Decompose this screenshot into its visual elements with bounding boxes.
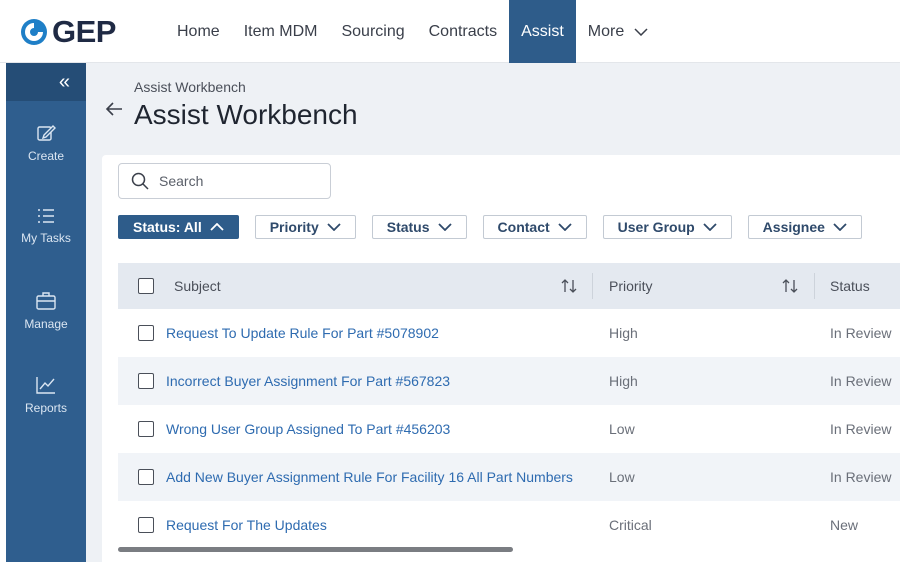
gep-logo[interactable]: GEP [20, 14, 116, 50]
search-icon [131, 172, 149, 190]
chart-line-icon [36, 377, 55, 394]
search-box[interactable] [118, 163, 331, 199]
back-arrow-icon[interactable] [104, 99, 124, 119]
gep-logo-mark-icon [21, 19, 47, 45]
table-row[interactable]: Request To Update Rule For Part #5078902… [118, 309, 900, 357]
column-header-priority[interactable]: Priority [609, 278, 653, 294]
row-subject-link[interactable]: Incorrect Buyer Assignment For Part #567… [166, 373, 450, 389]
breadcrumb[interactable]: Assist Workbench [134, 79, 246, 95]
column-divider [814, 273, 815, 299]
sidebar-item-reports[interactable]: Reports [6, 375, 86, 415]
list-icon [38, 209, 54, 223]
row-priority: Critical [609, 517, 652, 533]
chevron-down-icon [437, 223, 452, 231]
top-navigation-bar: GEP Home Item MDM Sourcing Contracts Ass… [0, 0, 900, 63]
table-row[interactable]: Wrong User Group Assigned To Part #45620… [118, 405, 900, 453]
select-all-checkbox[interactable] [138, 278, 154, 294]
filter-label: Contact [497, 219, 550, 235]
double-chevron-left-icon: « [58, 70, 70, 93]
row-priority: Low [609, 421, 635, 437]
nav-item-item-mdm[interactable]: Item MDM [232, 0, 330, 63]
row-status: In Review [830, 325, 892, 341]
chevron-down-icon [833, 223, 847, 231]
chevron-up-icon [210, 223, 224, 231]
filter-label: User Group [617, 219, 695, 235]
sidebar-item-manage[interactable]: Manage [6, 291, 86, 331]
column-header-subject[interactable]: Subject [174, 278, 221, 294]
horizontal-scrollbar[interactable] [118, 547, 513, 552]
row-checkbox[interactable] [138, 469, 154, 485]
row-checkbox[interactable] [138, 517, 154, 533]
row-priority: High [609, 373, 638, 389]
sidebar-item-label: Manage [24, 317, 68, 331]
filter-label: Status [386, 219, 430, 235]
sidebar-item-label: Reports [24, 401, 68, 415]
column-divider [592, 273, 593, 299]
nav-item-more-label: More [587, 22, 625, 40]
filter-bar: Status: All Priority Status Contact User… [118, 215, 878, 239]
filter-status-all[interactable]: Status: All [118, 215, 239, 239]
row-status: In Review [830, 373, 892, 389]
sidebar-item-label: My Tasks [21, 231, 71, 245]
nav-item-contracts[interactable]: Contracts [417, 0, 509, 63]
row-priority: High [609, 325, 638, 341]
row-subject-link[interactable]: Add New Buyer Assignment Rule For Facili… [166, 469, 573, 485]
nav-item-sourcing[interactable]: Sourcing [329, 0, 416, 63]
nav-item-home[interactable]: Home [165, 0, 232, 63]
page-title: Assist Workbench [134, 99, 358, 130]
row-checkbox[interactable] [138, 325, 154, 341]
sidebar-item-create[interactable]: Create [6, 123, 86, 163]
main-content: Assist Workbench Assist Workbench Status… [86, 63, 900, 575]
sort-icon[interactable] [561, 278, 577, 294]
chevron-down-icon [327, 223, 341, 231]
filter-contact[interactable]: Contact [482, 215, 587, 239]
main-nav: Home Item MDM Sourcing Contracts Assist … [165, 0, 660, 63]
filter-priority[interactable]: Priority [254, 215, 356, 239]
row-checkbox[interactable] [138, 373, 154, 389]
row-status: In Review [830, 469, 892, 485]
edit-icon [37, 125, 56, 141]
briefcase-icon [36, 292, 56, 310]
filter-label: Status: All [133, 219, 202, 235]
logo-text: GEP [52, 14, 116, 49]
workbench-card: Status: All Priority Status Contact User… [102, 155, 900, 575]
filter-user-group[interactable]: User Group [602, 215, 732, 239]
row-priority: Low [609, 469, 635, 485]
sidebar: « Create My Tasks Manage Reports [6, 63, 86, 562]
row-status: In Review [830, 421, 892, 437]
table-row[interactable]: Request For The Updates Critical New [118, 501, 900, 549]
row-subject-link[interactable]: Wrong User Group Assigned To Part #45620… [166, 421, 450, 437]
table-row[interactable]: Add New Buyer Assignment Rule For Facili… [118, 453, 900, 501]
tasks-table: Subject Priority Status Request To Updat… [118, 263, 900, 549]
chevron-down-icon [558, 223, 572, 231]
filter-status[interactable]: Status [371, 215, 467, 239]
sidebar-item-my-tasks[interactable]: My Tasks [6, 207, 86, 245]
collapse-sidebar-button[interactable]: « [6, 63, 86, 101]
row-status: New [830, 517, 859, 533]
table-row[interactable]: Incorrect Buyer Assignment For Part #567… [118, 357, 900, 405]
chevron-down-icon [703, 223, 717, 231]
row-checkbox[interactable] [138, 421, 154, 437]
search-input[interactable] [159, 173, 309, 189]
column-header-status[interactable]: Status [830, 278, 870, 294]
table-header: Subject Priority Status [118, 263, 900, 309]
nav-item-more[interactable]: More [576, 0, 660, 63]
filter-label: Assignee [762, 219, 825, 235]
chevron-down-icon [634, 27, 648, 36]
sidebar-item-label: Create [27, 149, 65, 163]
filter-assignee[interactable]: Assignee [747, 215, 862, 239]
row-subject-link[interactable]: Request To Update Rule For Part #5078902 [166, 325, 439, 341]
filter-label: Priority [269, 219, 319, 235]
nav-item-assist[interactable]: Assist [509, 0, 576, 63]
sort-icon[interactable] [782, 278, 798, 294]
row-subject-link[interactable]: Request For The Updates [166, 517, 327, 533]
